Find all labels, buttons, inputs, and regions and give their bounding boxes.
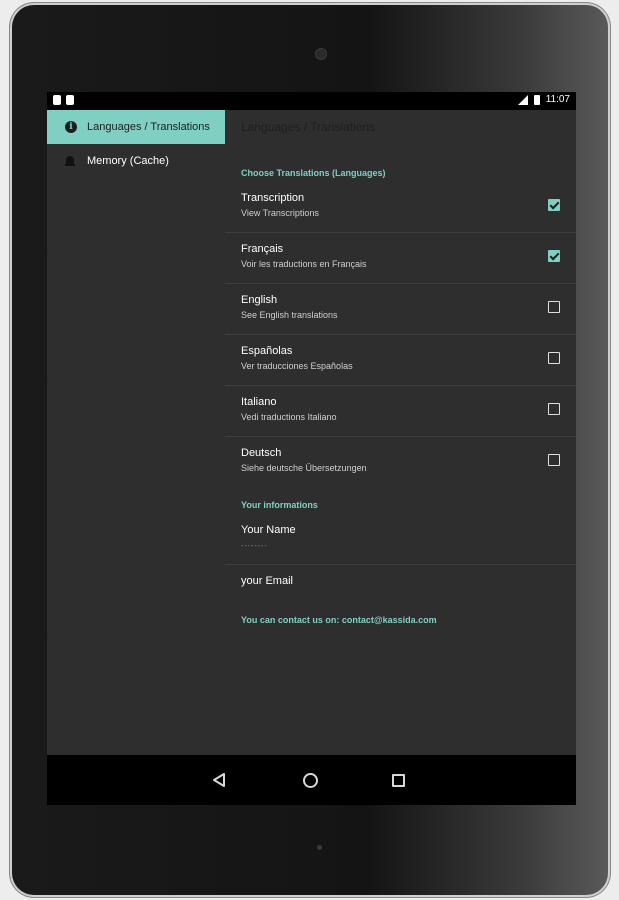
- pref-row-espanolas[interactable]: Españolas Ver traducciones Españolas: [225, 335, 576, 386]
- pref-row-transcription[interactable]: Transcription View Transcriptions: [225, 182, 576, 233]
- sidebar-item-languages[interactable]: i Languages / Translations: [47, 110, 225, 144]
- pref-row-english[interactable]: English See English translations: [225, 284, 576, 335]
- page-title: Languages / Translations: [241, 120, 376, 134]
- pref-title: Deutsch: [241, 447, 282, 459]
- status-bar: 11:07: [47, 92, 576, 110]
- sidebar-item-label: Languages / Translations: [87, 121, 210, 133]
- pref-title: Españolas: [241, 345, 293, 357]
- settings-app: i Languages / Translations Memory (Cache…: [47, 110, 576, 755]
- pref-subtitle: Ver traducciones Españolas: [241, 361, 353, 371]
- home-icon[interactable]: [303, 773, 318, 788]
- pref-row-deutsch[interactable]: Deutsch Siehe deutsche Übersetzungen: [225, 437, 576, 487]
- sidebar-item-memory[interactable]: Memory (Cache): [47, 144, 225, 178]
- info-icon: i: [65, 121, 77, 133]
- android-icon: [66, 95, 74, 105]
- pref-title: English: [241, 294, 278, 306]
- notification-icon: [53, 95, 61, 105]
- pref-subtitle: Siehe deutsche Übersetzungen: [241, 463, 367, 473]
- pref-subtitle: See English translations: [241, 310, 338, 320]
- pref-subtitle: Voir les traductions en Français: [241, 259, 367, 269]
- bell-icon: [65, 155, 75, 167]
- pref-row-italiano[interactable]: Italiano Vedi traductions Italiano: [225, 386, 576, 437]
- sidebar-item-label: Memory (Cache): [87, 155, 169, 167]
- signal-icon: [517, 94, 528, 105]
- preferences-panel: Languages / Translations Choose Translat…: [225, 110, 576, 755]
- name-label: Your Name: [241, 524, 296, 536]
- email-label: your Email: [241, 575, 293, 587]
- sidebar: i Languages / Translations Memory (Cache…: [47, 110, 225, 755]
- pref-subtitle: View Transcriptions: [241, 208, 319, 218]
- status-time: 11:07: [545, 94, 570, 105]
- pref-title: Italiano: [241, 396, 277, 408]
- pref-subtitle: Vedi traductions Italiano: [241, 412, 337, 422]
- navigation-bar: [47, 755, 576, 805]
- transcription-checkbox[interactable]: [548, 199, 560, 211]
- italiano-checkbox[interactable]: [548, 403, 560, 415]
- pref-title: Transcription: [241, 192, 305, 204]
- name-value: --------: [241, 543, 268, 550]
- name-field[interactable]: Your Name --------: [225, 514, 576, 565]
- microphone: [317, 845, 322, 850]
- pref-row-francais[interactable]: Français Voir les traductions en Françai…: [225, 233, 576, 284]
- espanolas-checkbox[interactable]: [548, 352, 560, 364]
- back-icon[interactable]: [213, 773, 225, 787]
- screen: 11:07 i Languages / Translations Memory …: [47, 92, 576, 805]
- english-checkbox[interactable]: [548, 301, 560, 313]
- translations-section-header: Choose Translations (Languages): [241, 168, 386, 178]
- front-camera: [316, 49, 326, 59]
- info-section-header: Your informations: [241, 500, 318, 510]
- email-field[interactable]: your Email: [225, 565, 576, 615]
- deutsch-checkbox[interactable]: [548, 454, 560, 466]
- pref-title: Français: [241, 243, 284, 255]
- battery-icon: [533, 94, 540, 105]
- contact-text[interactable]: You can contact us on: contact@kassida.c…: [241, 615, 437, 625]
- francais-checkbox[interactable]: [548, 250, 560, 262]
- recent-apps-icon[interactable]: [392, 774, 405, 787]
